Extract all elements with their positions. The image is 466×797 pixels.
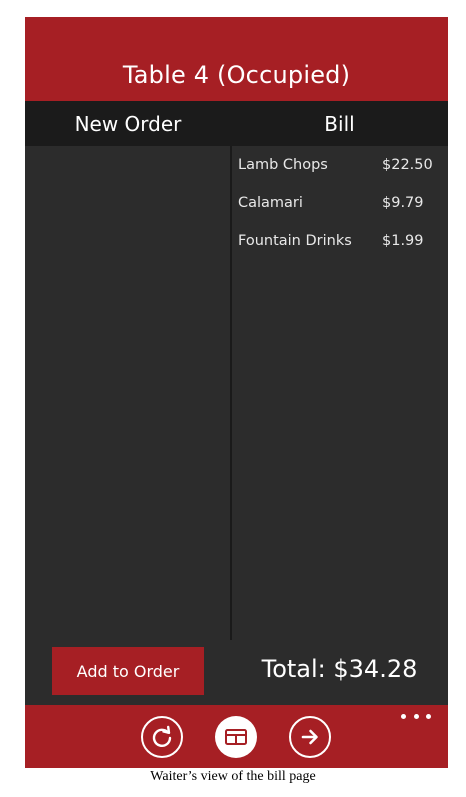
bill-item[interactable]: Lamb Chops $22.50 [238, 157, 443, 195]
bill-item-name: Calamari [238, 195, 303, 211]
bill-total: Total: $34.28 [261, 655, 418, 683]
more-dot [426, 713, 431, 719]
column-divider [230, 146, 232, 640]
bill-item-price: $9.79 [382, 195, 424, 211]
refresh-icon[interactable] [141, 716, 183, 758]
app-bar [25, 705, 448, 768]
tab-bill[interactable]: Bill [231, 101, 448, 146]
bill-item-name: Lamb Chops [238, 157, 328, 173]
page-title: Table 4 (Occupied) [122, 61, 351, 89]
arrow-right-icon[interactable] [289, 716, 331, 758]
add-to-order-button[interactable]: Add to Order [52, 647, 204, 695]
more-dot [401, 713, 406, 719]
bill-item[interactable]: Calamari $9.79 [238, 195, 443, 233]
bill-item-price: $1.99 [382, 233, 424, 249]
more-dot [413, 713, 419, 719]
phone-screen: Table 4 (Occupied) New Order Bill Lamb C… [25, 17, 448, 768]
bill-icon[interactable] [215, 716, 257, 758]
title-bar: Table 4 (Occupied) [25, 17, 448, 101]
bill-item-name: Fountain Drinks [238, 233, 352, 249]
bill-item-price: $22.50 [382, 157, 433, 173]
bill-list: Lamb Chops $22.50 Calamari $9.79 Fountai… [238, 146, 443, 271]
bill-item[interactable]: Fountain Drinks $1.99 [238, 233, 443, 271]
arrow-right-icon-glyph [301, 729, 318, 745]
tab-new-order[interactable]: New Order [25, 101, 231, 146]
more-icon[interactable] [401, 709, 431, 723]
refresh-icon-glyph [152, 725, 172, 747]
figure-caption: Waiter’s view of the bill page [150, 769, 316, 784]
tab-row: New Order Bill [25, 101, 448, 146]
bill-icon-glyph [225, 729, 247, 745]
